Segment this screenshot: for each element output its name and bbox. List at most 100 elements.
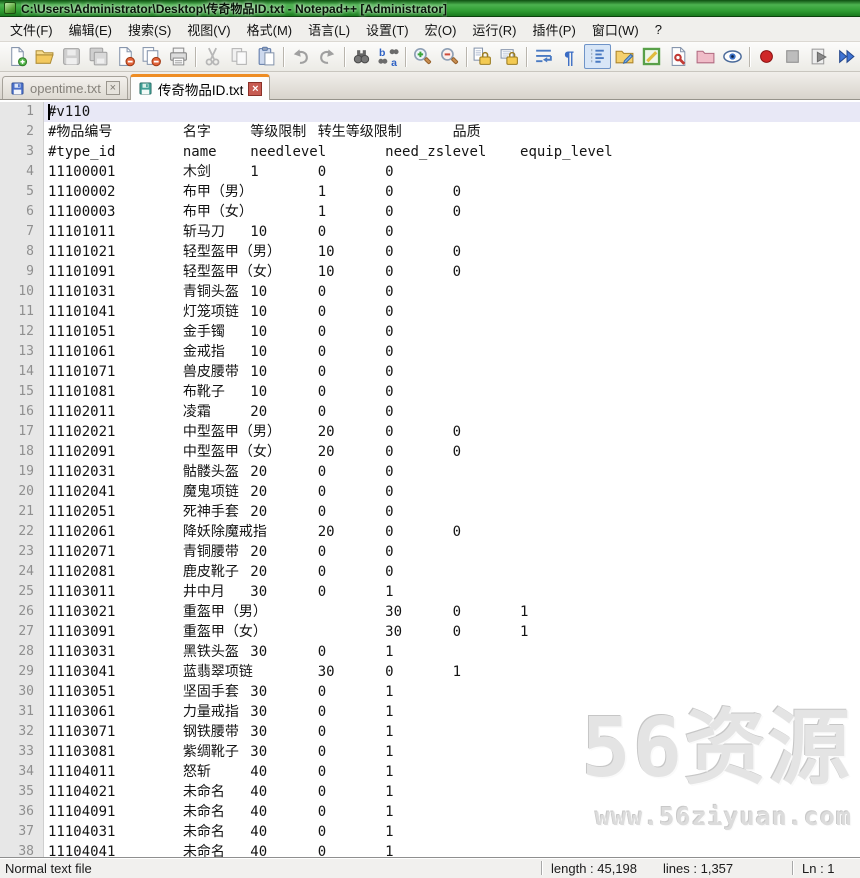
line-number[interactable]: 35	[0, 782, 44, 802]
close-all-button[interactable]	[139, 44, 166, 69]
line-number[interactable]: 29	[0, 662, 44, 682]
menu-item-macro[interactable]: 宏(O)	[417, 17, 465, 42]
editor-line[interactable]: 1#v110	[0, 102, 860, 122]
print-button[interactable]	[165, 44, 192, 69]
editor-line[interactable]: 1211101051 金手镯 10 0 0	[0, 322, 860, 342]
tab-close-icon[interactable]: ×	[106, 81, 120, 95]
editor-line[interactable]: 3311103081 紫绸靴子 30 0 1	[0, 742, 860, 762]
sync-horizontal-scroll-button[interactable]	[496, 44, 523, 69]
document-map-button[interactable]	[638, 44, 665, 69]
word-wrap-button[interactable]	[530, 44, 557, 69]
line-number[interactable]: 37	[0, 822, 44, 842]
editor-line[interactable]: 711101011 斩马刀 10 0 0	[0, 222, 860, 242]
line-number[interactable]: 9	[0, 262, 44, 282]
line-number[interactable]: 17	[0, 422, 44, 442]
editor-line[interactable]: 511100002 布甲（男） 1 0 0	[0, 182, 860, 202]
line-number[interactable]: 33	[0, 742, 44, 762]
menu-item-help[interactable]: ?	[647, 19, 670, 40]
editor-line[interactable]: 2411102081 鹿皮靴子 20 0 0	[0, 562, 860, 582]
open-file-button[interactable]	[31, 44, 58, 69]
line-number[interactable]: 13	[0, 342, 44, 362]
menu-item-settings[interactable]: 设置(T)	[358, 17, 417, 42]
line-number[interactable]: 8	[0, 242, 44, 262]
editor-line[interactable]: 1111101041 灯笼项链 10 0 0	[0, 302, 860, 322]
find-button[interactable]	[348, 44, 375, 69]
line-number[interactable]: 11	[0, 302, 44, 322]
editor-line[interactable]: 3611104091 未命名 40 0 1	[0, 802, 860, 822]
function-list-button[interactable]	[665, 44, 692, 69]
menu-item-window[interactable]: 窗口(W)	[584, 17, 647, 42]
editor-line[interactable]: 411100001 木剑 1 0 0	[0, 162, 860, 182]
line-number[interactable]: 18	[0, 442, 44, 462]
line-number[interactable]: 36	[0, 802, 44, 822]
editor-line[interactable]: 1311101061 金戒指 10 0 0	[0, 342, 860, 362]
line-number[interactable]: 3	[0, 142, 44, 162]
line-number[interactable]: 6	[0, 202, 44, 222]
sync-vertical-scroll-button[interactable]	[470, 44, 497, 69]
editor-line[interactable]: 1811102091 中型盔甲（女） 20 0 0	[0, 442, 860, 462]
editor-line[interactable]: 1711102021 中型盔甲（男） 20 0 0	[0, 422, 860, 442]
line-number[interactable]: 23	[0, 542, 44, 562]
editor-line[interactable]: 3711104031 未命名 40 0 1	[0, 822, 860, 842]
editor-line[interactable]: 3811104041 未命名 40 0 1	[0, 842, 860, 857]
show-all-characters-button[interactable]: ¶	[557, 44, 584, 69]
menu-item-plugins[interactable]: 插件(P)	[524, 17, 583, 42]
editor-line[interactable]: 3411104011 怒斩 40 0 1	[0, 762, 860, 782]
line-number[interactable]: 31	[0, 702, 44, 722]
line-number[interactable]: 10	[0, 282, 44, 302]
line-number[interactable]: 21	[0, 502, 44, 522]
line-number[interactable]: 25	[0, 582, 44, 602]
menu-item-view[interactable]: 视图(V)	[179, 17, 238, 42]
document-monitor-button[interactable]	[719, 44, 746, 69]
line-number[interactable]: 15	[0, 382, 44, 402]
line-number[interactable]: 7	[0, 222, 44, 242]
line-number[interactable]: 5	[0, 182, 44, 202]
menu-item-edit[interactable]: 编辑(E)	[61, 17, 120, 42]
zoom-in-button[interactable]	[409, 44, 436, 69]
line-number[interactable]: 14	[0, 362, 44, 382]
user-defined-dialog-button[interactable]	[611, 44, 638, 69]
editor-line[interactable]: 2511103011 井中月 30 0 1	[0, 582, 860, 602]
line-number[interactable]: 27	[0, 622, 44, 642]
menu-item-file[interactable]: 文件(F)	[2, 17, 61, 42]
editor-line[interactable]: 2#物品编号 名字 等级限制 转生等级限制 品质	[0, 122, 860, 142]
line-number[interactable]: 1	[0, 102, 44, 122]
line-number[interactable]: 32	[0, 722, 44, 742]
tab-opentime-txt[interactable]: opentime.txt×	[2, 76, 128, 99]
editor-line[interactable]: 911101091 轻型盔甲（女） 10 0 0	[0, 262, 860, 282]
line-number[interactable]: 4	[0, 162, 44, 182]
replace-button[interactable]: ba	[375, 44, 402, 69]
line-number[interactable]: 16	[0, 402, 44, 422]
new-file-button[interactable]	[4, 44, 31, 69]
editor-line[interactable]: 3#type_id name needlevel need_zslevel eq…	[0, 142, 860, 162]
line-number[interactable]: 26	[0, 602, 44, 622]
line-number[interactable]: 34	[0, 762, 44, 782]
editor-line[interactable]: 1611102011 凌霜 20 0 0	[0, 402, 860, 422]
menu-item-run[interactable]: 运行(R)	[464, 17, 524, 42]
paste-button[interactable]	[253, 44, 280, 69]
line-number[interactable]: 20	[0, 482, 44, 502]
editor-line[interactable]: 3511104021 未命名 40 0 1	[0, 782, 860, 802]
line-number[interactable]: 2	[0, 122, 44, 142]
macro-record-button[interactable]	[753, 44, 780, 69]
line-number[interactable]: 28	[0, 642, 44, 662]
line-number[interactable]: 24	[0, 562, 44, 582]
editor-line[interactable]: 2211102061 降妖除魔戒指 20 0 0	[0, 522, 860, 542]
editor-line[interactable]: 1011101031 青铜头盔 10 0 0	[0, 282, 860, 302]
line-number[interactable]: 30	[0, 682, 44, 702]
editor-line[interactable]: 2811103031 黑铁头盔 30 0 1	[0, 642, 860, 662]
close-file-button[interactable]	[112, 44, 139, 69]
editor-line[interactable]: 3211103071 钢铁腰带 30 0 1	[0, 722, 860, 742]
editor-line[interactable]: 2911103041 蓝翡翠项链 30 0 1	[0, 662, 860, 682]
zoom-out-button[interactable]	[436, 44, 463, 69]
editor-line[interactable]: 3011103051 坚固手套 30 0 1	[0, 682, 860, 702]
editor-line[interactable]: 3111103061 力量戒指 30 0 1	[0, 702, 860, 722]
editor-line[interactable]: 2711103091 重盔甲（女） 30 0 1	[0, 622, 860, 642]
editor-line[interactable]: 2611103021 重盔甲（男） 30 0 1	[0, 602, 860, 622]
menu-item-search[interactable]: 搜索(S)	[120, 17, 179, 42]
editor-line[interactable]: 1411101071 兽皮腰带 10 0 0	[0, 362, 860, 382]
show-indent-guide-button[interactable]	[584, 44, 611, 69]
tab-close-icon[interactable]: ×	[248, 82, 262, 96]
editor-line[interactable]: 2011102041 魔鬼项链 20 0 0	[0, 482, 860, 502]
macro-play-button[interactable]	[806, 44, 833, 69]
